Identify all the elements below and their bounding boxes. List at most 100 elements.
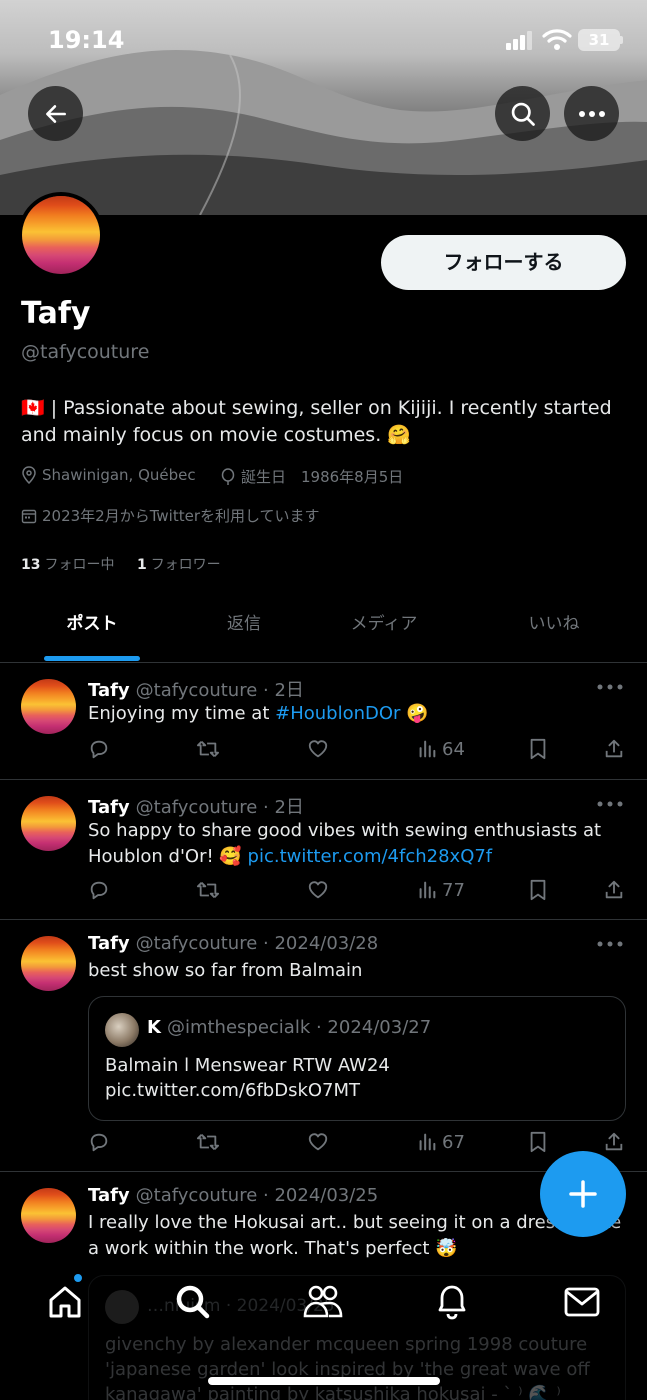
tab-posts[interactable]: ポスト	[44, 595, 140, 655]
repost-button[interactable]	[196, 1131, 220, 1153]
profile-location: Shawinigan, Québec	[21, 466, 196, 484]
post-author[interactable]: Tafy	[88, 933, 130, 954]
like-button[interactable]	[307, 879, 329, 901]
notifications-icon	[438, 1285, 466, 1320]
communities-icon	[303, 1285, 343, 1318]
battery-indicator: 31	[578, 29, 620, 51]
bookmark-icon	[530, 1131, 546, 1153]
nav-communities[interactable]	[298, 1277, 348, 1327]
post-header: Tafy @tafycouture · 2024/03/28	[88, 933, 378, 954]
repost-icon	[197, 741, 219, 757]
home-unread-badge	[73, 1273, 83, 1283]
share-button[interactable]	[603, 879, 625, 901]
views-button[interactable]: 64	[416, 738, 465, 760]
more-button[interactable]	[564, 86, 619, 141]
home-icon	[49, 1286, 81, 1318]
repost-button[interactable]	[196, 879, 220, 901]
followers-link[interactable]: 1 フォロワー	[137, 557, 221, 573]
tab-media[interactable]: メディア	[330, 595, 438, 655]
repost-icon	[197, 1134, 219, 1150]
views-icon	[419, 881, 436, 899]
quoted-header: K @imthespecialk · 2024/03/27	[147, 1017, 431, 1038]
quoted-avatar	[105, 1013, 139, 1047]
post-author[interactable]: Tafy	[88, 680, 130, 701]
status-time: 19:14	[48, 26, 125, 54]
bookmark-button[interactable]	[528, 738, 548, 760]
nav-notifications[interactable]	[427, 1277, 477, 1327]
profile-handle: @tafycouture	[21, 341, 150, 363]
post-avatar[interactable]	[21, 1188, 76, 1243]
repost-button[interactable]	[196, 738, 220, 760]
post-item[interactable]: Tafy @tafycouture · 2日 So happy to share …	[0, 780, 647, 920]
profile-joined: 2023年2月からTwitterを利用しています	[21, 505, 320, 526]
views-count: 64	[442, 738, 465, 760]
reply-button[interactable]	[88, 879, 110, 901]
balloon-icon	[221, 467, 235, 485]
post-handle-time: @tafycouture · 2日	[135, 797, 304, 818]
nav-search[interactable]	[168, 1277, 218, 1327]
search-icon	[176, 1285, 210, 1319]
location-text: Shawinigan, Québec	[42, 466, 196, 484]
followers-label: フォロワー	[150, 557, 221, 573]
search-icon	[511, 102, 535, 126]
reply-button[interactable]	[88, 1131, 110, 1153]
nav-messages[interactable]	[557, 1277, 607, 1327]
post-more-icon[interactable]	[597, 683, 623, 691]
media-link[interactable]: pic.twitter.com/4fch28xQ7f	[248, 846, 493, 867]
reply-icon	[90, 881, 108, 900]
birthday-text: 誕生日 1986年8月5日	[241, 468, 404, 486]
hashtag-link[interactable]: #HoublonDOr	[275, 703, 400, 724]
post-more-icon[interactable]	[597, 800, 623, 808]
views-button[interactable]: 77	[416, 879, 465, 901]
share-button[interactable]	[603, 738, 625, 760]
profile-birthday: 誕生日 1986年8月5日	[220, 466, 403, 487]
quoted-text: Balmain l Menswear RTW AW24 pic.twitter.…	[105, 1055, 390, 1101]
more-horizontal-icon	[578, 110, 605, 117]
post-avatar[interactable]	[21, 679, 76, 734]
like-icon	[308, 740, 328, 758]
search-button[interactable]	[495, 86, 550, 141]
post-author[interactable]: Tafy	[88, 1185, 130, 1206]
post-avatar[interactable]	[21, 936, 76, 991]
views-icon	[419, 740, 436, 758]
post-handle-time: @tafycouture · 2日	[135, 680, 304, 701]
follow-button[interactable]: フォローする	[381, 235, 626, 290]
like-button[interactable]	[307, 1131, 329, 1153]
share-icon	[605, 1132, 623, 1151]
bookmark-button[interactable]	[528, 879, 548, 901]
following-count: 13	[21, 557, 41, 573]
like-icon	[308, 1133, 328, 1151]
plus-icon	[569, 1180, 597, 1208]
tab-replies[interactable]: 返信	[200, 595, 288, 655]
views-icon	[419, 1133, 436, 1151]
post-text: best show so far from Balmain	[88, 960, 363, 981]
quoted-post[interactable]: K @imthespecialk · 2024/03/27 Balmain l M…	[88, 996, 626, 1121]
post-more-icon[interactable]	[597, 940, 623, 948]
following-link[interactable]: 13 フォロー中	[21, 557, 114, 573]
nav-home[interactable]	[40, 1277, 90, 1327]
post-item[interactable]: Tafy @tafycouture · 2日 Enjoying my time a…	[0, 663, 647, 780]
reply-icon	[90, 1133, 108, 1152]
post-avatar[interactable]	[21, 796, 76, 851]
profile-avatar[interactable]	[18, 192, 104, 278]
post-text-part: Enjoying my time at	[88, 703, 276, 724]
like-button[interactable]	[307, 738, 329, 760]
post-author[interactable]: Tafy	[88, 797, 130, 818]
status-bar: 19:14 31	[0, 0, 647, 80]
reply-button[interactable]	[88, 738, 110, 760]
location-pin-icon	[22, 466, 36, 484]
post-actions: 77	[88, 879, 628, 909]
share-button[interactable]	[603, 1131, 625, 1153]
post-header: Tafy @tafycouture · 2日	[88, 793, 304, 819]
compose-post-button[interactable]	[540, 1151, 626, 1237]
post-text: Enjoying my time at #HoublonDOr 🤪	[88, 701, 628, 727]
bookmark-button[interactable]	[528, 1131, 548, 1153]
back-button[interactable]	[28, 86, 83, 141]
views-button[interactable]: 67	[416, 1131, 465, 1153]
arrow-left-icon	[45, 104, 66, 123]
reply-icon	[90, 740, 108, 759]
active-tab-indicator	[44, 656, 140, 661]
post-actions: 64	[88, 738, 628, 768]
bookmark-icon	[530, 879, 546, 901]
tab-likes[interactable]: いいね	[505, 595, 603, 655]
